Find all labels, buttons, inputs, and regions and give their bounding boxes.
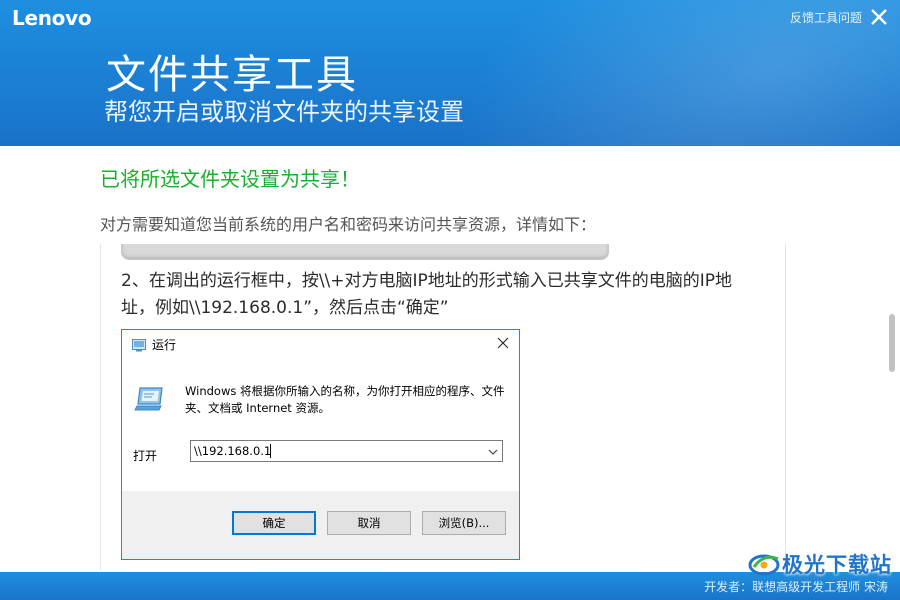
scrollbar-thumb[interactable] — [889, 314, 895, 372]
lenovo-logo: Lenovo — [12, 6, 92, 30]
open-input-value: \\192.168.0.1 — [194, 444, 272, 458]
browse-button: 浏览(B)... — [422, 511, 506, 535]
run-dialog-footer: 确定 取消 浏览(B)... — [122, 491, 519, 559]
watermark-url: www.xz7.com — [796, 575, 845, 583]
text-caret — [270, 444, 271, 458]
aurora-logo-icon — [748, 551, 782, 577]
run-dialog-title: 运行 — [152, 338, 177, 352]
header-banner: Lenovo 反馈工具问题 文件共享工具 帮您开启或取消文件夹的共享设置 — [0, 0, 900, 146]
run-dialog-image: 运行 Windows 将根据你所输入的名称，为你打开相应的程序、文件夹、文档或 … — [121, 329, 520, 560]
ok-button: 确定 — [232, 511, 316, 535]
cancel-button: 取消 — [327, 511, 411, 535]
feedback-link[interactable]: 反馈工具问题 — [790, 9, 862, 26]
vertical-scrollbar[interactable] — [884, 146, 900, 572]
step-2-text: 2、在调出的运行框中，按\\+对方电脑IP地址的形式输入已共享文件的电脑的IP地… — [121, 271, 733, 318]
watermark: 极光下载站 www.xz7.com — [748, 549, 898, 583]
run-app-icon — [132, 337, 146, 352]
page-subtitle: 帮您开启或取消文件夹的共享设置 — [104, 98, 464, 126]
previous-screenshot-bar — [121, 244, 609, 260]
run-dialog-body: Windows 将根据你所输入的名称，为你打开相应的程序、文件夹、文档或 Int… — [122, 358, 519, 491]
description-text: 对方需要知道您当前系统的用户名和密码来访问共享资源，详情如下： — [100, 215, 597, 234]
close-icon[interactable] — [868, 6, 890, 28]
instructions-panel[interactable]: 2、在调出的运行框中，按\\+对方电脑IP地址的形式输入已共享文件的电脑的IP地… — [100, 244, 786, 570]
success-message: 已将所选文件夹设置为共享！ — [100, 167, 360, 191]
run-program-icon — [134, 384, 166, 412]
open-label: 打开 — [133, 449, 158, 463]
close-icon — [495, 335, 511, 351]
chevron-down-icon — [486, 444, 500, 458]
run-dialog-titlebar: 运行 — [122, 330, 519, 358]
open-input: \\192.168.0.1 — [190, 440, 503, 462]
run-dialog-description: Windows 将根据你所输入的名称，为你打开相应的程序、文件夹、文档或 Int… — [185, 384, 505, 415]
